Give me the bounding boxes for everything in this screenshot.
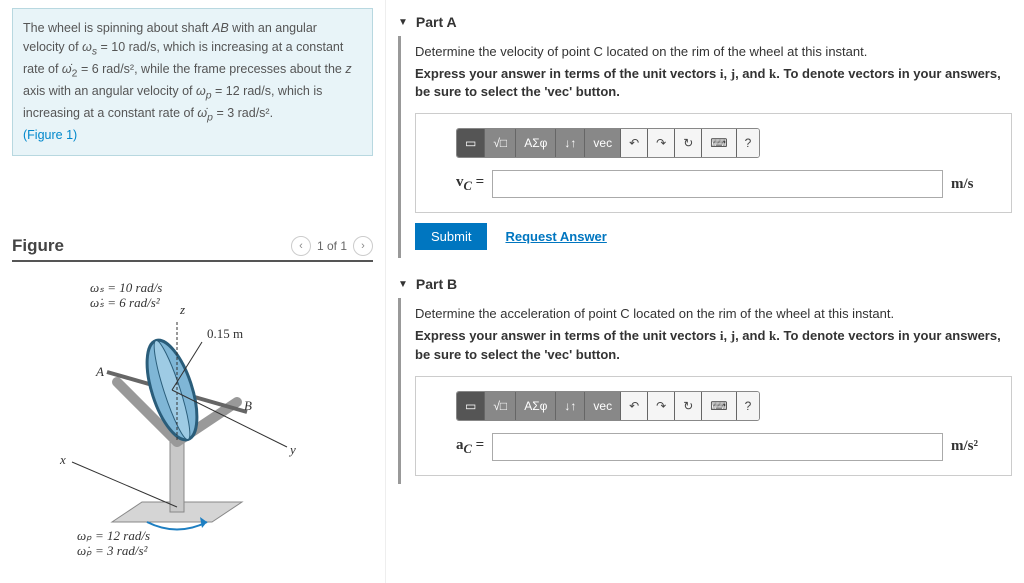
part-a-title: Part A [416,14,457,30]
toolbar-vec-button[interactable]: vec [585,392,621,420]
collapse-icon: ▼ [398,17,408,28]
figure-next-button[interactable]: › [353,236,373,256]
part-a-prompt: Determine the velocity of point C locate… [415,44,1012,59]
part-b-instruction: Express your answer in terms of the unit… [415,327,1012,363]
toolbar-reset-button[interactable]: ↻ [675,392,702,420]
toolbar-greek-button[interactable]: ΑΣφ [516,392,556,420]
svg-text:B: B [244,398,252,413]
svg-text:A: A [95,364,104,379]
toolbar-undo-button[interactable]: ↶ [621,129,648,157]
figure-prev-button[interactable]: ‹ [291,236,311,256]
toolbar-help-button[interactable]: ? [737,392,760,420]
toolbar-help-button[interactable]: ? [737,129,760,157]
part-b: ▼ Part B Determine the acceleration of p… [398,270,1012,483]
toolbar-templates-button[interactable]: ▭ [457,129,485,157]
part-a-instruction: Express your answer in terms of the unit… [415,65,1012,101]
toolbar-arrows-button[interactable]: ↓↑ [556,129,585,157]
svg-text:x: x [59,452,66,467]
toolbar-templates-button[interactable]: ▭ [457,392,485,420]
request-answer-a-link[interactable]: Request Answer [505,229,606,244]
toolbar-keyboard-button[interactable]: ⌨ [702,392,736,420]
toolbar-vec-button[interactable]: vec [585,129,621,157]
part-a: ▼ Part A Determine the velocity of point… [398,8,1012,258]
toolbar-keyboard-button[interactable]: ⌨ [702,129,736,157]
part-a-header[interactable]: ▼ Part A [398,8,1012,36]
toolbar-sqrt-button[interactable]: √□ [485,392,516,420]
toolbar-sqrt-button[interactable]: √□ [485,129,516,157]
svg-text:y: y [288,442,296,457]
toolbar-undo-button[interactable]: ↶ [621,392,648,420]
answer-b-label: aC = [456,437,484,457]
figure-diagram: ωₛ = 10 rad/s ω̇ₛ = 6 rad/s² z 0.15 m A … [12,272,352,572]
answer-a-input[interactable] [492,170,943,198]
answer-b-input[interactable] [492,433,943,461]
toolbar-greek-button[interactable]: ΑΣφ [516,129,556,157]
answer-a-unit: m/s [951,176,991,193]
toolbar-reset-button[interactable]: ↻ [675,129,702,157]
part-b-header[interactable]: ▼ Part B [398,270,1012,298]
svg-text:ω̇ₛ = 6 rad/s²: ω̇ₛ = 6 rad/s² [90,295,161,310]
toolbar-redo-button[interactable]: ↷ [648,392,675,420]
toolbar-arrows-button[interactable]: ↓↑ [556,392,585,420]
answer-b-unit: m/s² [951,438,991,455]
part-b-prompt: Determine the acceleration of point C lo… [415,306,1012,321]
figure-divider [12,260,373,262]
collapse-icon: ▼ [398,279,408,290]
answer-a-label: vC = [456,174,484,194]
figure-title: Figure [12,236,64,256]
submit-a-button[interactable]: Submit [415,223,487,250]
svg-text:z: z [179,302,185,317]
part-b-title: Part B [416,276,457,292]
svg-text:0.15 m: 0.15 m [207,326,243,341]
figure-counter: 1 of 1 [317,239,347,253]
svg-text:ω̇ₚ = 3 rad/s²: ω̇ₚ = 3 rad/s² [77,543,148,558]
toolbar-redo-button[interactable]: ↷ [648,129,675,157]
figure-reference-link[interactable]: (Figure 1) [23,128,77,142]
svg-text:ωₚ = 12 rad/s: ωₚ = 12 rad/s [77,528,150,543]
svg-text:ωₛ = 10 rad/s: ωₛ = 10 rad/s [90,280,162,295]
problem-statement: The wheel is spinning about shaft AB wit… [12,8,373,156]
equation-toolbar: ▭ √□ ΑΣφ ↓↑ vec ↶ ↷ ↻ ⌨ ? [456,128,760,158]
equation-toolbar: ▭ √□ ΑΣφ ↓↑ vec ↶ ↷ ↻ ⌨ ? [456,391,760,421]
